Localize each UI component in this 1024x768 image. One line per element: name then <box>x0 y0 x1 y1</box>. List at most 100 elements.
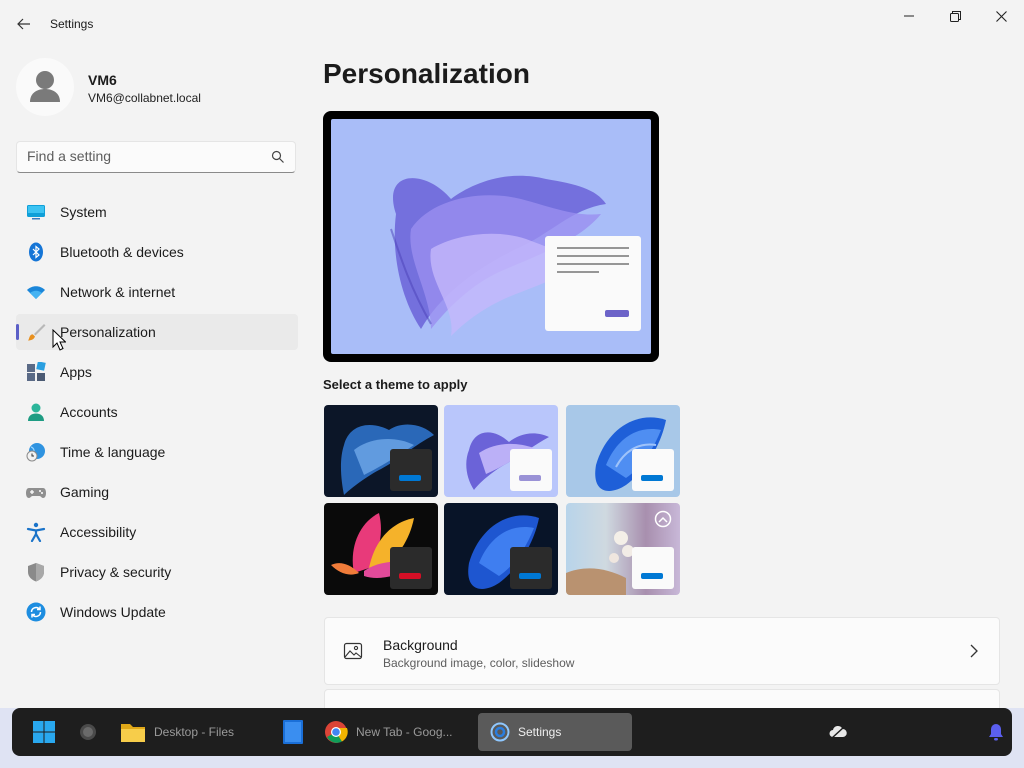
sidebar-item-accounts[interactable]: Accounts <box>16 394 298 430</box>
theme-accent-bar <box>399 573 421 579</box>
spotlight-icon <box>654 510 672 528</box>
sidebar-item-label: Windows Update <box>60 604 166 620</box>
taskbar-item-label: New Tab - Goog... <box>356 725 453 739</box>
accessibility-icon <box>26 522 46 542</box>
back-button[interactable] <box>12 12 36 36</box>
sidebar-item-accessibility[interactable]: Accessibility <box>16 514 298 550</box>
close-button[interactable] <box>978 0 1024 32</box>
taskbar-item-label: Desktop - Files <box>154 725 235 739</box>
tray-notifications[interactable] <box>982 713 1010 751</box>
background-card-title: Background <box>383 637 458 653</box>
theme-tile[interactable] <box>444 503 558 595</box>
sidebar-item-label: System <box>60 204 107 220</box>
sidebar-item-label: Apps <box>60 364 92 380</box>
taskbar-chrome-app[interactable]: New Tab - Goog... <box>320 713 470 751</box>
folder-icon <box>121 724 145 742</box>
chrome-icon <box>325 721 348 743</box>
sidebar-item-label: Privacy & security <box>60 564 172 580</box>
app-title: Settings <box>50 17 94 31</box>
sidebar-item-label: Network & internet <box>60 284 176 300</box>
sidebar-item-apps[interactable]: Apps <box>16 354 298 390</box>
paintbrush-icon <box>28 324 46 341</box>
sidebar-nav: System Bluetooth & devices Network & int… <box>16 194 298 634</box>
person-icon <box>28 403 44 421</box>
restore-icon <box>949 10 961 22</box>
user-name: VM6 <box>88 72 117 88</box>
theme-mini-window <box>390 547 432 589</box>
avatar <box>16 58 74 116</box>
sidebar-item-label: Accounts <box>60 404 118 420</box>
theme-mini-window <box>632 547 674 589</box>
sidebar-item-label: Gaming <box>60 484 110 500</box>
sidebar-item-gaming[interactable]: Gaming <box>16 474 298 510</box>
theme-preview <box>323 111 659 362</box>
image-icon <box>343 642 363 660</box>
theme-mini-window <box>510 547 552 589</box>
sidebar-item-label: Bluetooth & devices <box>60 244 184 260</box>
sidebar-item-system[interactable]: System <box>16 194 298 230</box>
preview-desktop <box>331 119 651 354</box>
minimize-button[interactable] <box>886 0 932 32</box>
search-circle-icon <box>80 724 96 740</box>
globe-clock-icon <box>26 443 45 462</box>
sidebar-item-privacy[interactable]: Privacy & security <box>16 554 298 590</box>
theme-tile[interactable] <box>566 503 680 595</box>
search-input[interactable] <box>27 148 257 164</box>
wifi-icon <box>27 286 45 299</box>
theme-accent-bar <box>399 475 421 481</box>
sidebar-item-network[interactable]: Network & internet <box>16 274 298 310</box>
sidebar-item-label: Time & language <box>60 444 166 460</box>
taskbar-files-app[interactable]: Desktop - Files <box>116 713 266 751</box>
preview-window <box>545 236 641 331</box>
theme-accent-bar <box>641 475 663 481</box>
theme-tile[interactable] <box>444 405 558 497</box>
settings-gear-icon <box>490 722 510 742</box>
apps-icon <box>27 362 46 381</box>
page-title: Personalization <box>323 58 530 89</box>
notification-bell-icon <box>989 724 1003 741</box>
theme-mini-window <box>632 449 674 491</box>
preview-text-lines-icon <box>557 247 629 317</box>
theme-section-label: Select a theme to apply <box>323 377 468 392</box>
taskbar-search-button[interactable] <box>74 713 102 751</box>
gamepad-icon <box>26 488 46 498</box>
sidebar-item-label: Accessibility <box>60 524 137 540</box>
monitor-icon <box>27 205 45 220</box>
restore-button[interactable] <box>932 0 978 32</box>
theme-tile[interactable] <box>566 405 680 497</box>
close-icon <box>995 10 1007 22</box>
taskbar: Desktop - Files New Tab - Goog... Settin… <box>12 708 1012 756</box>
background-card-subtitle: Background image, color, slideshow <box>383 656 575 670</box>
theme-tile[interactable] <box>324 503 438 595</box>
mouse-cursor-icon <box>52 329 66 351</box>
taskbar-notepad-app[interactable] <box>278 713 308 751</box>
theme-mini-window <box>510 449 552 491</box>
sidebar-item-time-language[interactable]: Time & language <box>16 434 298 470</box>
sidebar-item-windows-update[interactable]: Windows Update <box>16 594 298 630</box>
search-icon <box>271 150 284 163</box>
notepad-icon <box>283 720 303 744</box>
bluetooth-icon <box>29 242 43 262</box>
arrow-left-icon <box>17 18 30 30</box>
theme-accent-bar <box>519 573 541 579</box>
taskbar-item-label: Settings <box>518 725 562 739</box>
theme-accent-bar <box>641 573 663 579</box>
minimize-icon <box>904 15 914 17</box>
user-email: VM6@collabnet.local <box>88 91 201 105</box>
user-profile[interactable]: VM6 VM6@collabnet.local <box>16 58 296 118</box>
taskbar-settings-app[interactable]: Settings <box>478 713 632 751</box>
cloud-icon <box>829 725 847 739</box>
taskbar-start-button[interactable] <box>26 713 62 751</box>
shield-icon <box>28 563 44 582</box>
title-bar: Settings <box>0 0 1024 48</box>
theme-accent-bar <box>519 475 541 481</box>
search-box[interactable] <box>16 141 296 173</box>
windows-start-icon <box>33 721 55 743</box>
chevron-right-icon <box>970 644 978 658</box>
sidebar-item-bluetooth[interactable]: Bluetooth & devices <box>16 234 298 270</box>
background-setting-card[interactable]: Background Background image, color, slid… <box>324 617 1000 685</box>
sidebar-item-label: Personalization <box>60 324 156 340</box>
user-avatar-icon <box>30 71 60 102</box>
tray-cloud[interactable] <box>824 713 852 751</box>
theme-tile[interactable] <box>324 405 438 497</box>
